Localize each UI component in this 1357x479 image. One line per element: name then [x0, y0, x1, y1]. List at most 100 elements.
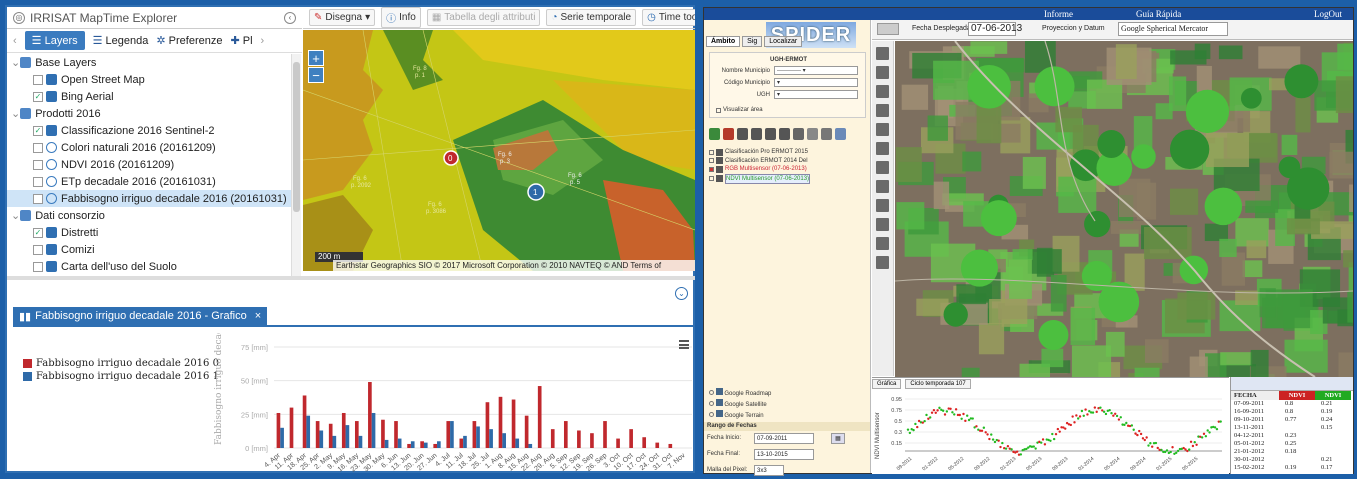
fecha-inicio-field[interactable]: 07-09-2011: [754, 433, 814, 444]
layer-checkbox[interactable]: [33, 142, 43, 153]
bar[interactable]: [397, 438, 402, 448]
close-icon[interactable]: ×: [255, 310, 261, 322]
bar[interactable]: [407, 443, 411, 448]
tree-scrollbar[interactable]: [291, 54, 301, 276]
polygon-icon[interactable]: [876, 237, 889, 250]
tab-ciclo[interactable]: Ciclo temporada 107: [905, 379, 971, 389]
bar[interactable]: [315, 421, 320, 448]
bar[interactable]: [668, 443, 673, 448]
bar[interactable]: [302, 395, 307, 448]
move-up-icon[interactable]: [737, 128, 748, 140]
settings-icon[interactable]: [821, 128, 832, 140]
pixel-select-icon[interactable]: [876, 218, 889, 231]
bar[interactable]: [341, 412, 346, 448]
chart-menu-icon[interactable]: [679, 340, 689, 349]
ruler-icon[interactable]: [876, 199, 889, 212]
chart-options-icon[interactable]: ⌄: [675, 287, 688, 300]
tree-layer[interactable]: ETp decadale 2016 (20161031): [7, 173, 291, 190]
tree-scroll-thumb[interactable]: [293, 62, 300, 212]
tab-localizar[interactable]: Localizar: [764, 36, 803, 47]
export-icon[interactable]: [835, 128, 846, 140]
bar[interactable]: [410, 441, 415, 448]
menu-informe[interactable]: Informe: [1044, 8, 1073, 20]
municipio-select[interactable]: ------------ ▾: [774, 66, 858, 75]
bar[interactable]: [420, 441, 424, 448]
bar[interactable]: [603, 421, 607, 448]
bar[interactable]: [463, 435, 467, 448]
bar[interactable]: [629, 429, 633, 448]
visualizar-checkbox[interactable]: Visualizar área: [716, 107, 763, 113]
base-layer-item[interactable]: Google Roadmap: [709, 388, 771, 399]
tree-layer[interactable]: Comizi: [7, 241, 291, 258]
bar[interactable]: [498, 396, 503, 448]
identify-icon[interactable]: [876, 161, 889, 174]
chart-tab[interactable]: ▮▮ Fabbisogno irriguo decadale 2016 - Gr…: [13, 307, 268, 325]
tree-folder[interactable]: ⌄ Dati consorzio: [7, 207, 291, 224]
proyeccion-select[interactable]: Google Spherical Mercator: [1118, 22, 1228, 36]
bar[interactable]: [489, 429, 493, 448]
layer-checkbox[interactable]: [33, 159, 43, 170]
base-layer-item[interactable]: Google Satellite: [709, 399, 771, 410]
bar[interactable]: [319, 430, 324, 448]
bar[interactable]: [368, 382, 372, 448]
bar[interactable]: [524, 415, 529, 448]
add-layer-icon[interactable]: [709, 128, 720, 140]
malla-field[interactable]: 3x3: [754, 465, 784, 476]
layer-checkbox[interactable]: [33, 74, 43, 85]
bar[interactable]: [537, 386, 542, 448]
zoom-out-button[interactable]: −: [308, 67, 324, 83]
panel-splitter[interactable]: [7, 276, 695, 280]
tree-layer[interactable]: ✓ Bing Aerial: [7, 88, 291, 105]
tree-layer[interactable]: Fabbisogno irriguo decadale 2016 (201610…: [7, 190, 291, 207]
tab-scroll-right-icon[interactable]: ›: [261, 35, 265, 47]
tab-scroll-left-icon[interactable]: ‹: [13, 35, 17, 47]
layer-checkbox[interactable]: ✓: [33, 227, 43, 238]
bar[interactable]: [590, 433, 594, 448]
calendar-icon[interactable]: ▦: [831, 433, 845, 444]
attribute-table-button[interactable]: ▦ Tabella degli attributi: [426, 9, 541, 26]
spider-layer-item[interactable]: Clasificación Pro ERMOT 2015: [709, 148, 810, 157]
bar[interactable]: [332, 435, 337, 448]
full-extent-icon[interactable]: [876, 142, 889, 155]
move-top-icon[interactable]: [751, 128, 762, 140]
filter-icon[interactable]: [793, 128, 804, 140]
next-view-icon[interactable]: [876, 123, 889, 136]
bar[interactable]: [394, 421, 398, 448]
ugh-select[interactable]: ▾: [774, 90, 858, 99]
tab-ambito[interactable]: Ámbito: [706, 36, 741, 47]
radio-button[interactable]: [709, 401, 714, 406]
bar[interactable]: [276, 412, 281, 448]
layer-checkbox[interactable]: [33, 176, 43, 187]
tab-legenda[interactable]: ☰ Legenda: [93, 34, 149, 47]
zoom-in-icon[interactable]: [876, 47, 889, 60]
bar[interactable]: [446, 421, 451, 448]
zoom-out-icon[interactable]: [876, 66, 889, 79]
codigo-select[interactable]: ▾: [774, 78, 858, 87]
bar[interactable]: [528, 443, 533, 448]
base-layer-item[interactable]: Google Terrain: [709, 410, 771, 421]
spider-layer-item[interactable]: Clasificación ERMOT 2014 Del: [709, 157, 810, 166]
bar[interactable]: [280, 427, 284, 448]
bar[interactable]: [472, 421, 477, 448]
bar[interactable]: [563, 421, 568, 448]
time-tools-button[interactable]: ◷Time tools: [642, 9, 695, 26]
measure-icon[interactable]: [876, 180, 889, 193]
bar[interactable]: [485, 402, 490, 448]
move-down-icon[interactable]: [765, 128, 776, 140]
bar[interactable]: [642, 437, 647, 448]
tab-layers[interactable]: ☰ Layers: [24, 31, 85, 50]
radio-button[interactable]: [709, 412, 714, 417]
tab-grafica[interactable]: Gráfica: [872, 379, 902, 389]
tree-folder[interactable]: ⌄ Prodotti 2016: [7, 105, 291, 122]
tree-folder[interactable]: ⌄ Base Layers: [7, 54, 291, 71]
bar[interactable]: [459, 438, 464, 448]
expand-icon[interactable]: ⌄: [11, 209, 20, 222]
tab-preferenze[interactable]: ✲ Preferenze: [156, 34, 222, 47]
bar[interactable]: [655, 442, 660, 448]
layer-checkbox[interactable]: [709, 166, 714, 172]
layer-checkbox[interactable]: ✓: [33, 125, 43, 136]
tab-sig[interactable]: Sig: [742, 36, 763, 47]
tree-layer[interactable]: Colori naturali 2016 (20161209): [7, 139, 291, 156]
legend-item[interactable]: Fabbisogno irriguo decadale 2016 1: [23, 370, 219, 383]
nav-icon[interactable]: [877, 23, 899, 35]
